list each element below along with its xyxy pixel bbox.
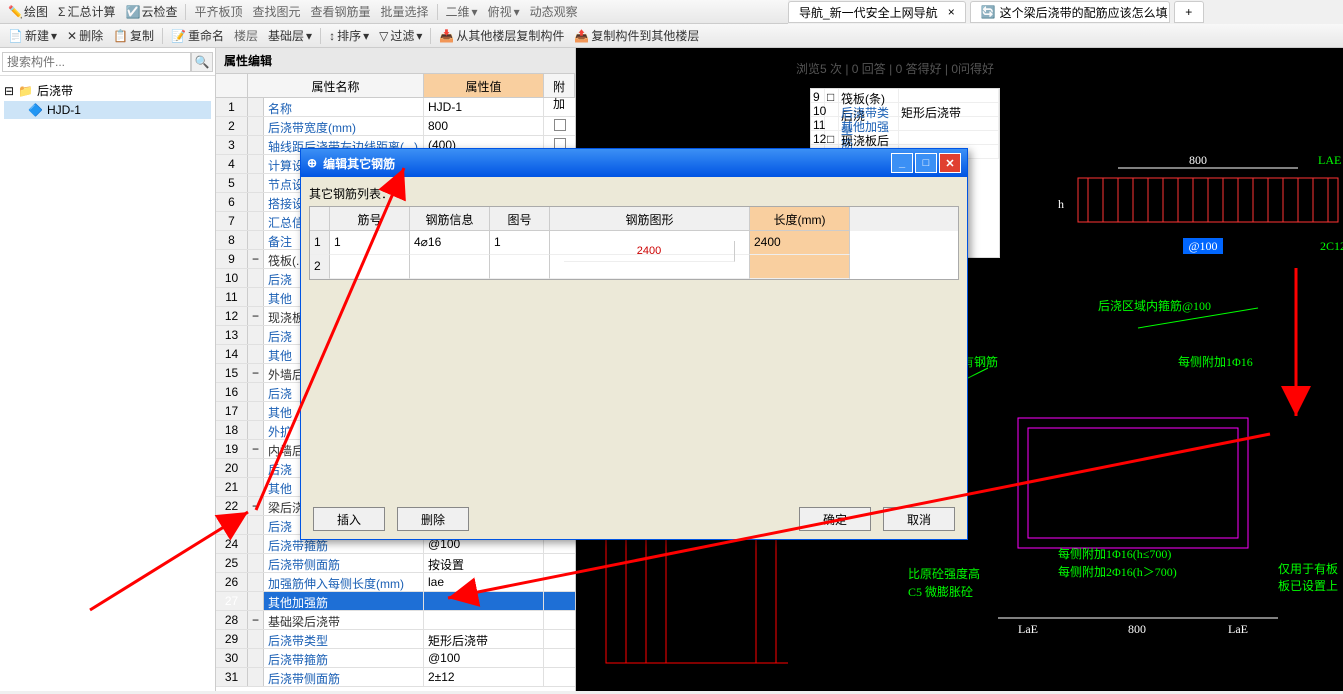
svg-text:后浇区域内箍筋@100: 后浇区域内箍筋@100 xyxy=(1098,298,1211,313)
tb-copy[interactable]: 📋 复制 xyxy=(109,25,158,46)
tb-draw[interactable]: ✏️绘图 xyxy=(4,1,52,22)
tb-sum[interactable]: Σ 汇总计算 xyxy=(54,1,119,22)
svg-text:仅用于有板: 仅用于有板 xyxy=(1278,562,1338,576)
rebar-grid: 筋号 钢筋信息 图号 钢筋图形 长度(mm) 1 1 4⌀16 1 2400 2… xyxy=(309,206,959,280)
svg-text:每侧附加2Φ16(h＞700): 每侧附加2Φ16(h＞700) xyxy=(1058,564,1177,579)
tb-batch[interactable]: 批量选择 xyxy=(377,1,433,22)
search-input[interactable] xyxy=(2,52,191,72)
col-value: 属性值 xyxy=(424,74,544,97)
tree-root[interactable]: ⊟ 📁 后浇带 xyxy=(4,80,211,101)
prop-row[interactable]: 31后浇带侧面筋2±12 xyxy=(216,668,575,687)
tb-copyfrom[interactable]: 📥 从其他楼层复制构件 xyxy=(435,25,568,46)
tb-rename[interactable]: 📝 重命名 xyxy=(167,25,228,46)
tree-item-hjd1[interactable]: 🔷 HJD-1 xyxy=(4,101,211,119)
tab-nav[interactable]: 导航_新一代安全上网导航× xyxy=(788,1,966,23)
app-icon: ⊕ xyxy=(307,156,317,170)
toolbar-edit: 📄 新建 ▾ ✕ 删除 📋 复制 📝 重命名 楼层 基础层 ▾ ↕ 排序 ▾ ▽… xyxy=(0,24,1343,48)
tb-level[interactable]: 平齐板顶 xyxy=(190,1,246,22)
property-title: 属性编辑 xyxy=(216,48,575,74)
tb-find[interactable]: 查找图元 xyxy=(248,1,304,22)
tb-filter[interactable]: ▽ 过滤 ▾ xyxy=(375,25,426,46)
pencil-icon: ✏️ xyxy=(8,5,22,19)
tb-floor-sel[interactable]: 基础层 ▾ xyxy=(264,25,316,46)
close-icon[interactable]: × xyxy=(948,5,955,19)
col-length: 长度(mm) xyxy=(750,207,850,231)
search-button[interactable]: 🔍 xyxy=(191,52,213,72)
col-rebar-num: 筋号 xyxy=(330,207,410,231)
prop-row[interactable]: 1名称HJD-1 xyxy=(216,98,575,117)
prop-row[interactable]: 30后浇带箍筋@100 xyxy=(216,649,575,668)
prop-row[interactable]: 29后浇带类型矩形后浇带 xyxy=(216,630,575,649)
minimize-button[interactable]: _ xyxy=(891,153,913,173)
svg-text:800: 800 xyxy=(1128,622,1146,636)
tb-floor-lbl: 楼层 xyxy=(230,25,262,46)
svg-text:h: h xyxy=(1058,197,1064,211)
page-stats: 浏览5 次 | 0 回答 | 0 答得好 | 0问得好 xyxy=(788,60,1343,82)
insert-button[interactable]: 插入 xyxy=(313,507,385,531)
ok-button[interactable]: 确定 xyxy=(799,507,871,531)
delete-button[interactable]: 删除 xyxy=(397,507,469,531)
magnifier-icon: 🔍 xyxy=(195,55,210,69)
col-name: 属性名称 xyxy=(248,74,424,97)
tab-new[interactable]: + xyxy=(1174,1,1204,23)
svg-text:@100: @100 xyxy=(1188,239,1217,253)
cloud-check-icon: ☑️ xyxy=(125,5,139,19)
svg-text:LaE: LaE xyxy=(1228,622,1248,636)
prop-row[interactable]: 27其他加强筋 xyxy=(216,592,575,611)
tb-rebar[interactable]: 查看钢筋量 xyxy=(307,1,375,22)
tb-del[interactable]: ✕ 删除 xyxy=(63,25,107,46)
svg-text:板已设置上: 板已设置上 xyxy=(1278,579,1338,593)
prop-row[interactable]: 25后浇带侧面筋按设置 xyxy=(216,554,575,573)
prop-row[interactable]: 2后浇带宽度(mm)800 xyxy=(216,117,575,136)
svg-text:每侧附加1Φ16: 每侧附加1Φ16 xyxy=(1178,354,1253,369)
svg-text:LaE: LaE xyxy=(1018,622,1038,636)
svg-text:每侧附加1Φ16(h≤700): 每侧附加1Φ16(h≤700) xyxy=(1058,546,1171,561)
svg-text:2C12: 2C12 xyxy=(1320,239,1343,253)
tb-new[interactable]: 📄 新建 ▾ xyxy=(4,25,61,46)
prop-row[interactable]: 28−基础梁后浇带 xyxy=(216,611,575,630)
col-rebar-info: 钢筋信息 xyxy=(410,207,490,231)
cancel-button[interactable]: 取消 xyxy=(883,507,955,531)
component-icon: 🔷 xyxy=(28,103,43,117)
tb-orbit[interactable]: 动态观察 xyxy=(526,1,582,22)
browser-tabs: 导航_新一代安全上网导航× 🔄这个梁后浇带的配筋应该怎么填× + xyxy=(788,0,1343,24)
rebar-row[interactable]: 1 1 4⌀16 1 2400 2400 xyxy=(310,231,958,255)
svg-text:比原砼强度高: 比原砼强度高 xyxy=(908,566,980,581)
col-attach: 附加 xyxy=(544,74,575,97)
dialog-titlebar[interactable]: ⊕ 编辑其它钢筋 _ □ ✕ xyxy=(301,149,967,177)
maximize-button[interactable]: □ xyxy=(915,153,937,173)
tab-question[interactable]: 🔄这个梁后浇带的配筋应该怎么填× xyxy=(970,1,1170,23)
col-shape: 钢筋图形 xyxy=(550,207,750,231)
svg-text:800: 800 xyxy=(1189,153,1207,167)
svg-text:LAE: LAE xyxy=(1318,153,1341,167)
rebar-row[interactable]: 2 xyxy=(310,255,958,279)
dialog-list-label: 其它钢筋列表： xyxy=(309,185,959,202)
tb-2d[interactable]: 二维 ▾ xyxy=(442,1,482,22)
close-button[interactable]: ✕ xyxy=(939,153,961,173)
prop-row[interactable]: 26加强筋伸入每侧长度(mm)lae xyxy=(216,573,575,592)
component-tree-panel: 🔍 ⊟ 📁 后浇带 🔷 HJD-1 xyxy=(0,48,216,691)
tb-top[interactable]: 俯视 ▾ xyxy=(484,1,524,22)
edit-rebar-dialog: ⊕ 编辑其它钢筋 _ □ ✕ 其它钢筋列表： 筋号 钢筋信息 图号 钢筋图形 长… xyxy=(300,148,968,540)
tb-sort[interactable]: ↕ 排序 ▾ xyxy=(325,25,373,46)
svg-text:C5 微膨胀砼: C5 微膨胀砼 xyxy=(908,585,973,599)
minus-icon[interactable]: ⊟ xyxy=(4,84,14,98)
tb-copyto[interactable]: 📤 复制构件到其他楼层 xyxy=(570,25,703,46)
col-fig: 图号 xyxy=(490,207,550,231)
tb-cloud[interactable]: ☑️云检查 xyxy=(121,1,181,22)
folder-icon: 📁 xyxy=(18,84,33,98)
